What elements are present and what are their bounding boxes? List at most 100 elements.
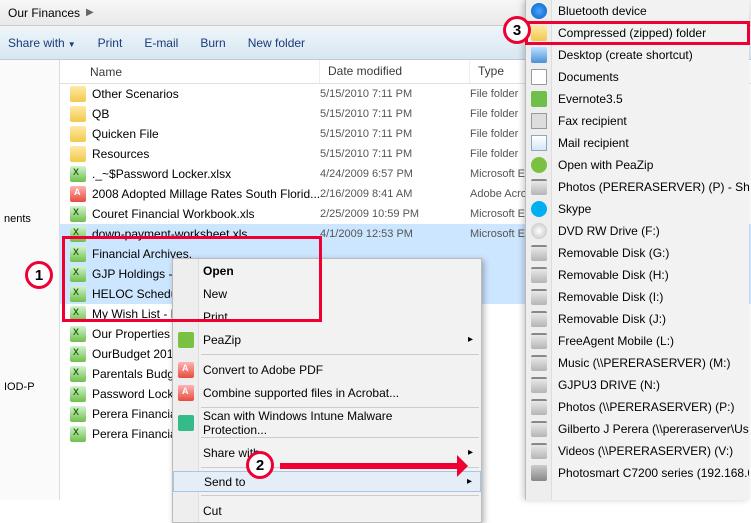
desk-icon [531, 47, 547, 63]
zip-icon [531, 25, 547, 41]
burn-button[interactable]: Burn [200, 36, 225, 50]
file-name: 2008 Adopted Millage Rates South Florid.… [92, 187, 320, 201]
send-to-item[interactable]: Removable Disk (I:) [526, 286, 749, 308]
send-to-item[interactable]: Documents [526, 66, 749, 88]
send-to-item[interactable]: Fax recipient [526, 110, 749, 132]
breadcrumb-folder[interactable]: Our Finances [8, 6, 80, 20]
file-date: 4/24/2009 6:57 PM [320, 168, 470, 180]
drive-icon [531, 355, 547, 371]
send-to-item[interactable]: Photosmart C7200 series (192.168.0.2 [526, 462, 749, 484]
printer-icon [531, 465, 547, 481]
send-to-label: Fax recipient [558, 114, 627, 128]
send-to-item[interactable]: Compressed (zipped) folder [526, 22, 749, 44]
file-icon [70, 86, 86, 102]
ctx-open[interactable]: Open [173, 259, 481, 282]
send-to-label: DVD RW Drive (F:) [558, 224, 660, 238]
ctx-convert-pdf[interactable]: Convert to Adobe PDF [173, 358, 481, 381]
doc-icon [531, 69, 547, 85]
send-to-label: Mail recipient [558, 136, 629, 150]
share-with-button[interactable]: Share with▼ [8, 36, 76, 50]
drive-icon [531, 311, 547, 327]
file-name: Other Scenarios [92, 87, 179, 101]
peazip-icon [178, 332, 194, 348]
send-to-item[interactable]: GJPU3 DRIVE (N:) [526, 374, 749, 396]
file-name: Resources [92, 147, 149, 161]
ctx-peazip[interactable]: PeaZip [173, 328, 481, 351]
drive-icon [531, 289, 547, 305]
file-icon [70, 186, 86, 202]
send-to-item[interactable]: DVD RW Drive (F:) [526, 220, 749, 242]
send-to-item[interactable]: FreeAgent Mobile (L:) [526, 330, 749, 352]
send-to-item[interactable]: Skype [526, 198, 749, 220]
send-to-item[interactable]: Open with PeaZip [526, 154, 749, 176]
drive-icon [531, 267, 547, 283]
file-icon [70, 366, 86, 382]
drive-icon [531, 333, 547, 349]
send-to-label: Gilberto J Perera (\\pereraserver\Use [558, 422, 749, 436]
file-date: 5/15/2010 7:11 PM [320, 108, 470, 120]
send-to-label: Music (\\PERERASERVER) (M:) [558, 356, 730, 370]
send-to-item[interactable]: Removable Disk (J:) [526, 308, 749, 330]
nav-item[interactable]: nents [0, 210, 59, 228]
ctx-combine-acrobat[interactable]: Combine supported files in Acrobat... [173, 381, 481, 404]
print-button[interactable]: Print [98, 36, 123, 50]
drive-icon [531, 179, 547, 195]
send-to-item[interactable]: Music (\\PERERASERVER) (M:) [526, 352, 749, 374]
ctx-scan[interactable]: Scan with Windows Intune Malware Protect… [173, 411, 481, 434]
file-date: 5/15/2010 7:11 PM [320, 128, 470, 140]
file-name: down-payment-worksheet.xls [92, 227, 247, 241]
send-to-item[interactable]: Desktop (create shortcut) [526, 44, 749, 66]
file-name: Couret Financial Workbook.xls [92, 207, 255, 221]
col-date[interactable]: Date modified [320, 60, 470, 83]
send-to-label: Photos (\\PERERASERVER) (P:) [558, 400, 735, 414]
send-to-item[interactable]: Gilberto J Perera (\\pereraserver\Use [526, 418, 749, 440]
ctx-send-to[interactable]: Send to [173, 471, 481, 492]
pdf-icon [178, 362, 194, 378]
file-name: Quicken File [92, 127, 159, 141]
send-to-label: Photosmart C7200 series (192.168.0.2 [558, 466, 749, 480]
drive-icon [531, 377, 547, 393]
send-to-item[interactable]: Mail recipient [526, 132, 749, 154]
file-icon [70, 306, 86, 322]
file-icon [70, 106, 86, 122]
ctx-print[interactable]: Print [173, 305, 481, 328]
col-name[interactable]: Name [60, 60, 320, 83]
mail-icon [531, 135, 547, 151]
new-folder-button[interactable]: New folder [248, 36, 305, 50]
file-icon [70, 386, 86, 402]
bt-icon [531, 3, 547, 19]
ctx-cut[interactable]: Cut [173, 499, 481, 522]
file-icon [70, 126, 86, 142]
send-to-item[interactable]: Videos (\\PERERASERVER) (V:) [526, 440, 749, 462]
file-name: QB [92, 107, 109, 121]
send-to-label: Removable Disk (G:) [558, 246, 669, 260]
file-icon [70, 406, 86, 422]
send-to-label: Removable Disk (H:) [558, 268, 669, 282]
ctx-share-with[interactable]: Share with [173, 441, 481, 464]
file-date: 5/15/2010 7:11 PM [320, 88, 470, 100]
nav-pane[interactable]: nents IOD-P [0, 60, 60, 500]
drive-icon [531, 399, 547, 415]
file-icon [70, 326, 86, 342]
send-to-item[interactable]: Bluetooth device [526, 0, 749, 22]
file-icon [70, 166, 86, 182]
file-icon [70, 266, 86, 282]
send-to-label: Bluetooth device [558, 4, 647, 18]
skype-icon [531, 201, 547, 217]
send-to-item[interactable]: Removable Disk (H:) [526, 264, 749, 286]
email-button[interactable]: E-mail [144, 36, 178, 50]
send-to-item[interactable]: Photos (\\PERERASERVER) (P:) [526, 396, 749, 418]
pea-icon [531, 157, 547, 173]
send-to-label: Desktop (create shortcut) [558, 48, 693, 62]
send-to-label: Evernote3.5 [558, 92, 623, 106]
send-to-item[interactable]: Evernote3.5 [526, 88, 749, 110]
ev-icon [531, 91, 547, 107]
send-to-label: GJPU3 DRIVE (N:) [558, 378, 660, 392]
nav-item[interactable]: IOD-P [0, 378, 59, 396]
send-to-label: Removable Disk (J:) [558, 312, 666, 326]
ctx-new[interactable]: New [173, 282, 481, 305]
send-to-item[interactable]: Removable Disk (G:) [526, 242, 749, 264]
file-name: ._~$Password Locker.xlsx [92, 167, 231, 181]
chevron-right-icon[interactable]: ▶ [86, 7, 94, 18]
send-to-item[interactable]: Photos (PERERASERVER) (P) - Shortc [526, 176, 749, 198]
